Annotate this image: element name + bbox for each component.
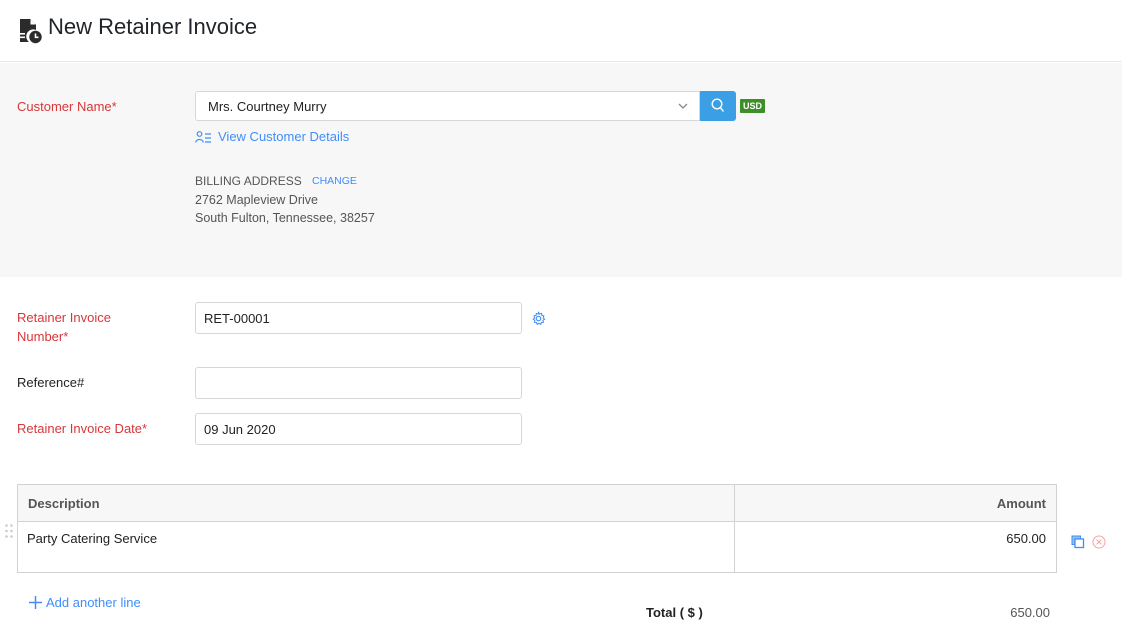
copy-row-icon[interactable] xyxy=(1071,535,1085,549)
line-items-table: Description Amount Party Catering Servic… xyxy=(17,484,1057,573)
billing-address-line1: 2762 Mapleview Drive xyxy=(195,193,318,207)
item-amount[interactable]: 650.00 xyxy=(1006,531,1046,546)
currency-badge: USD xyxy=(740,99,766,113)
page-header: New Retainer Invoice xyxy=(0,0,1122,62)
customer-search-button[interactable] xyxy=(700,91,736,121)
table-header: Description Amount xyxy=(18,485,1056,522)
add-another-line-label: Add another line xyxy=(46,595,141,610)
billing-address-line2: South Fulton, Tennessee, 38257 xyxy=(195,211,375,225)
invoice-number-input[interactable] xyxy=(195,302,522,334)
remove-row-icon[interactable] xyxy=(1092,535,1106,549)
view-customer-details-label: View Customer Details xyxy=(218,129,350,144)
invoice-number-label-line2: Number* xyxy=(17,329,69,344)
total-value: 650.00 xyxy=(1010,605,1050,620)
change-billing-address-link[interactable]: CHANGE xyxy=(312,175,357,187)
gear-icon[interactable] xyxy=(531,311,546,326)
total-label: Total ( $ ) xyxy=(646,605,703,620)
retainer-invoice-icon xyxy=(19,19,42,44)
chevron-down-icon xyxy=(678,103,688,109)
column-divider xyxy=(734,485,735,572)
reference-input[interactable] xyxy=(195,367,522,399)
customer-select[interactable]: Mrs. Courtney Murry xyxy=(195,91,700,121)
add-another-line-button[interactable]: Add another line xyxy=(28,595,141,610)
view-customer-details-link[interactable]: View Customer Details xyxy=(195,129,349,144)
plus-icon xyxy=(29,596,42,609)
customer-select-value: Mrs. Courtney Murry xyxy=(208,99,327,114)
billing-address-label: BILLING ADDRESS xyxy=(195,174,302,188)
invoice-date-label: Retainer Invoice Date* xyxy=(17,421,148,436)
customer-name-label: Customer Name* xyxy=(17,99,117,114)
customer-details-icon xyxy=(195,130,211,143)
reference-label: Reference# xyxy=(17,375,85,390)
item-description[interactable]: Party Catering Service xyxy=(27,531,157,546)
column-header-amount: Amount xyxy=(996,496,1046,511)
column-header-description: Description xyxy=(28,496,100,511)
page-title: New Retainer Invoice xyxy=(48,14,258,39)
search-icon xyxy=(711,98,725,112)
invoice-date-input[interactable] xyxy=(195,413,522,445)
invoice-number-label-line1: Retainer Invoice xyxy=(17,310,111,325)
drag-handle-icon[interactable] xyxy=(4,523,14,539)
invoice-number-label: Retainer Invoice Number* xyxy=(17,308,111,346)
